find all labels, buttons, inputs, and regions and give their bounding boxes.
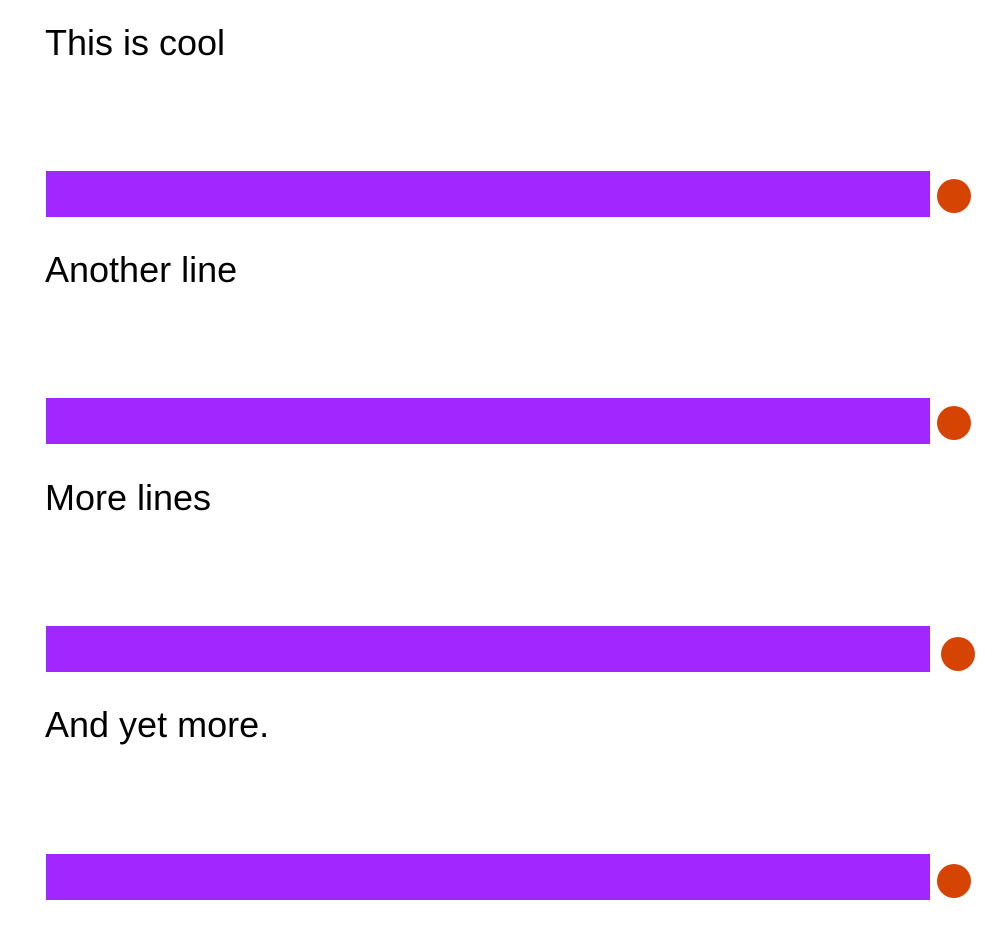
item-text: This is cool xyxy=(45,22,226,63)
item-dot-marker xyxy=(937,864,971,898)
item-bar xyxy=(46,398,930,444)
item-text: Another line xyxy=(45,249,238,290)
item-bar xyxy=(46,171,930,217)
item-text: And yet more. xyxy=(45,704,270,745)
item-text: More lines xyxy=(45,477,212,518)
item-bar xyxy=(46,626,930,672)
item-bar xyxy=(46,854,930,900)
item-dot-marker xyxy=(937,406,971,440)
item-dot-marker xyxy=(937,179,971,213)
item-dot-marker xyxy=(941,637,975,671)
